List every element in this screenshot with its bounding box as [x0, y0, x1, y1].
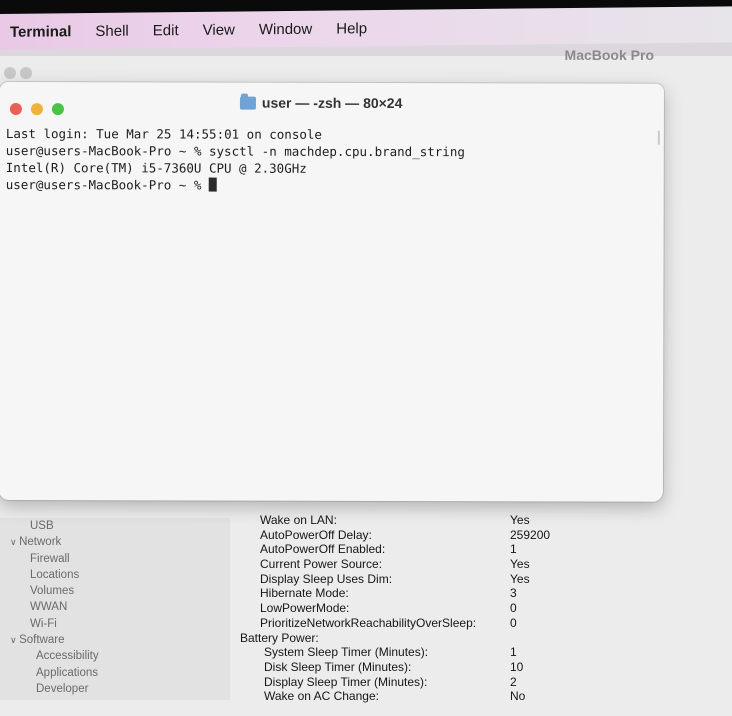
terminal-scrollbar[interactable] — [657, 130, 660, 145]
detail-row: AutoPowerOff Delay: 259200 — [240, 528, 560, 543]
sidebar-item[interactable]: Firewall — [0, 551, 230, 567]
menu-window[interactable]: Window — [259, 20, 312, 38]
sidebar-item[interactable]: Wi-Fi — [0, 616, 230, 632]
detail-row: Battery Power: — [240, 631, 560, 646]
detail-row: Disk Sleep Timer (Minutes): 10 — [240, 660, 560, 675]
menu-app-terminal[interactable]: Terminal — [10, 23, 71, 41]
sidebar-item-label: Firewall — [30, 552, 70, 565]
detail-key: Battery Power: — [240, 630, 319, 645]
sidebar-item-label: Locations — [30, 568, 80, 581]
sidebar-item-label: Wi-Fi — [30, 617, 57, 630]
sidebar-item[interactable]: Accessibility — [0, 648, 230, 664]
detail-row: LowPowerMode: 0 — [240, 601, 560, 616]
sidebar-item-label: Applications — [36, 666, 99, 679]
detail-key: Current Power Source: — [260, 557, 383, 572]
detail-row: Wake on LAN: Yes — [240, 513, 560, 528]
sidebar-item[interactable]: USB — [0, 518, 230, 534]
terminal-prompt-line[interactable]: user@users-MacBook-Pro ~ % — [6, 176, 658, 195]
sidebar-item-label: Accessibility — [36, 650, 99, 663]
sidebar-item[interactable]: ∨ Software — [0, 632, 230, 648]
sidebar-item[interactable]: Developer — [0, 681, 230, 697]
terminal-titlebar[interactable]: user — -zsh — 80×24 — [0, 82, 664, 124]
detail-row: Display Sleep Uses Dim: Yes — [240, 572, 560, 587]
sidebar-item[interactable]: Volumes — [0, 583, 230, 599]
detail-row: Hibernate Mode: 3 — [240, 586, 560, 601]
terminal-window[interactable]: user — -zsh — 80×24 Last login: Tue Mar … — [0, 82, 664, 502]
detail-value: 0 — [510, 601, 517, 616]
detail-key: Hibernate Mode: — [260, 586, 349, 601]
detail-key: Display Sleep Uses Dim: — [260, 571, 393, 586]
detail-key: AutoPowerOff Enabled: — [260, 542, 386, 557]
detail-key: PrioritizeNetworkReachabilityOverSleep: — [260, 615, 477, 630]
detail-row: Current Power Source: Yes — [240, 557, 560, 572]
sidebar-item-label: Volumes — [30, 585, 75, 598]
terminal-title-text: user — -zsh — 80×24 — [261, 94, 403, 112]
sidebar-item[interactable]: WWAN — [0, 599, 230, 615]
terminal-output[interactable]: Last login: Tue Mar 25 14:55:01 on conso… — [0, 122, 664, 502]
terminal-title: user — -zsh — 80×24 — [239, 94, 403, 112]
detail-value: 10 — [510, 659, 524, 674]
terminal-line: user@users-MacBook-Pro ~ % sysctl -n mac… — [5, 143, 465, 160]
detail-row: AutoPowerOff Enabled: 1 — [240, 542, 560, 557]
folder-icon — [239, 96, 256, 110]
detail-row: PrioritizeNetworkReachabilityOverSleep: 0 — [240, 616, 560, 631]
close-icon[interactable] — [4, 67, 16, 79]
detail-value: No — [510, 689, 526, 704]
chevron-down-icon[interactable]: ∨ — [10, 635, 19, 645]
terminal-line: Last login: Tue Mar 25 14:55:01 on conso… — [5, 126, 322, 142]
detail-value: Yes — [510, 513, 530, 527]
detail-key: Wake on LAN: — [260, 513, 337, 527]
minimize-button[interactable] — [30, 103, 43, 116]
chevron-down-icon[interactable]: ∨ — [10, 537, 19, 547]
menu-edit[interactable]: Edit — [153, 22, 179, 39]
sidebar-item-label: USB — [30, 520, 54, 532]
detail-key: Display Sleep Timer (Minutes): — [264, 674, 428, 689]
detail-value: Yes — [510, 571, 530, 586]
detail-key: System Sleep Timer (Minutes): — [264, 645, 429, 660]
menu-bar: Terminal Shell Edit View Window Help — [0, 6, 732, 51]
menu-view[interactable]: View — [203, 21, 235, 38]
detail-row: System Sleep Timer (Minutes): 1 — [240, 645, 560, 660]
detail-value: 2 — [510, 674, 517, 689]
power-details-panel: Wake on LAN: Yes AutoPowerOff Delay: 259200… — [240, 513, 560, 703]
terminal-prompt: user@users-MacBook-Pro ~ % — [5, 177, 209, 193]
terminal-line: Intel(R) Core(TM) i5-7360U CPU @ 2.30GHz — [5, 160, 307, 176]
sidebar-item[interactable]: Applications — [0, 665, 230, 681]
sidebar-item[interactable]: ∨ Network — [0, 534, 230, 550]
sidebar-item-label: Network — [19, 536, 62, 549]
zoom-button[interactable] — [51, 103, 64, 116]
detail-key: Wake on AC Change: — [264, 689, 379, 704]
sidebar-item-label: Developer — [36, 682, 89, 695]
detail-row: Wake on AC Change: No — [240, 689, 560, 704]
menu-shell[interactable]: Shell — [95, 22, 128, 39]
detail-value: 3 — [510, 586, 517, 601]
detail-key: AutoPowerOff Delay: — [260, 527, 372, 542]
detail-value: 0 — [510, 615, 517, 630]
detail-key: LowPowerMode: — [260, 601, 350, 616]
minimize-icon[interactable] — [20, 67, 32, 79]
system-info-window-title: MacBook Pro — [564, 47, 654, 63]
detail-value: 259200 — [510, 527, 551, 542]
sidebar-item-label: Software — [19, 634, 65, 647]
sidebar-item[interactable]: Locations — [0, 567, 230, 583]
detail-key: Disk Sleep Timer (Minutes): — [264, 659, 412, 674]
detail-value: 1 — [510, 542, 517, 557]
text-cursor — [208, 177, 217, 192]
system-info-sidebar: USB ∨ Network Firewall Locations Volumes WWAN… — [0, 518, 230, 700]
menu-help[interactable]: Help — [336, 20, 367, 37]
sidebar-item-label: WWAN — [30, 601, 68, 614]
close-button[interactable] — [9, 103, 22, 116]
detail-value: 1 — [510, 645, 517, 660]
detail-row: Display Sleep Timer (Minutes): 2 — [240, 675, 560, 690]
detail-value: Yes — [510, 557, 530, 572]
window-controls — [9, 103, 64, 116]
